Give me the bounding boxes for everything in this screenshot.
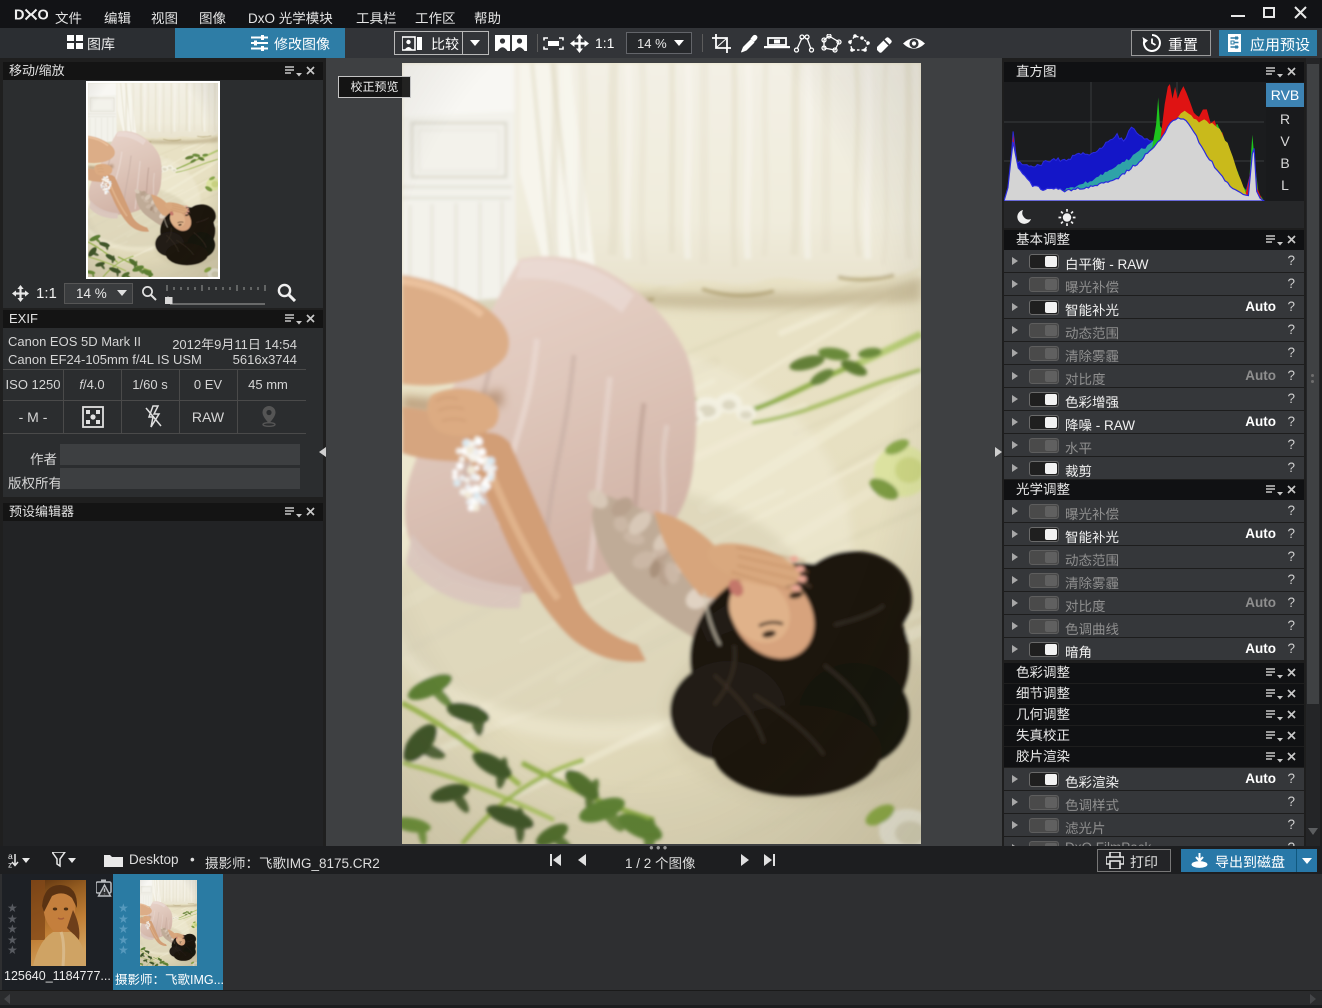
svg-text:O: O — [38, 8, 49, 23]
svg-text:D: D — [14, 8, 24, 23]
svg-text:z: z — [8, 860, 12, 869]
